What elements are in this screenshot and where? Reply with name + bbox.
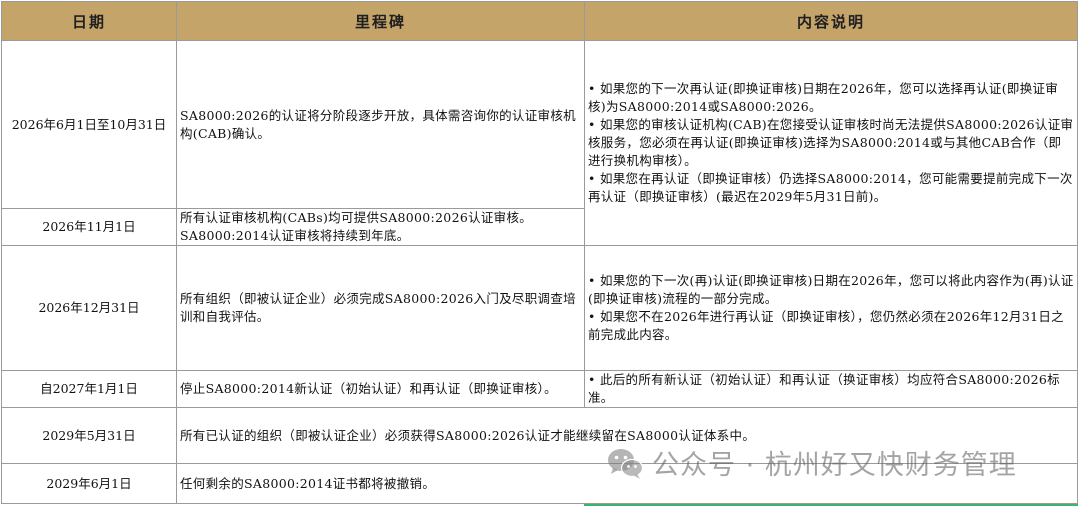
milestone-cell: SA8000:2026的认证将分阶段逐步开放，具体需咨询你的认证审核机构(CAB… [176, 40, 585, 209]
table-row: 自2027年1月1日 停止SA8000:2014新认证（初始认证）和再认证（即换… [1, 370, 1078, 408]
details-bullet: • 此后的所有新认证（初始认证）和再认证（换证审核）均应符合SA8000:202… [588, 372, 1060, 405]
details-bullet: • 如果您的下一次(再)认证(即换证审核)日期在2026年，您可以将此内容作为(… [588, 273, 1074, 306]
details-bullet: • 如果您的下一次再认证(即换证审核)日期在2026年，您可以选择再认证(即换证… [588, 81, 1059, 114]
milestone-cell: 所有认证审核机构(CABs)均可提供SA8000:2026认证审核。SA8000… [176, 208, 585, 246]
date-cell: 2026年12月31日 [1, 245, 177, 371]
table-row: 2029年5月31日 所有已认证的组织（即被认证企业）必须获得SA8000:20… [1, 407, 1078, 464]
details-bullet: • 如果您的审核认证机构(CAB)在您接受认证审核时尚无法提供SA8000:20… [588, 117, 1074, 168]
details-cell: • 此后的所有新认证（初始认证）和再认证（换证审核）均应符合SA8000:202… [584, 370, 1078, 408]
header-details: 内容说明 [584, 1, 1078, 41]
milestone-table: 日期 里程碑 内容说明 2026年6月1日至10月31日 SA8000:2026… [1, 1, 1078, 504]
milestone-cell: 任何剩余的SA8000:2014证书都将被撤销。 [176, 463, 1078, 504]
date-cell: 2026年6月1日至10月31日 [1, 40, 177, 209]
milestone-cell: 所有已认证的组织（即被认证企业）必须获得SA8000:2026认证才能继续留在S… [176, 407, 1078, 464]
details-cell: • 如果您的下一次(再)认证(即换证审核)日期在2026年，您可以将此内容作为(… [584, 245, 1078, 371]
details-cell: • 如果您的下一次再认证(即换证审核)日期在2026年，您可以选择再认证(即换证… [584, 40, 1078, 246]
table-row: 2029年6月1日 任何剩余的SA8000:2014证书都将被撤销。 [1, 463, 1078, 504]
details-bullet: • 如果您不在2026年进行再认证（即换证审核），您仍然必须在2026年12月3… [588, 309, 1064, 342]
header-row: 日期 里程碑 内容说明 [1, 1, 1078, 41]
table-row: 2026年6月1日至10月31日 SA8000:2026的认证将分阶段逐步开放，… [1, 40, 1078, 246]
date-cell: 自2027年1月1日 [1, 370, 177, 408]
milestone-cell: 停止SA8000:2014新认证（初始认证）和再认证（即换证审核）。 [176, 370, 585, 408]
accent-line [584, 504, 1078, 506]
milestone-cell: 所有组织（即被认证企业）必须完成SA8000:2026入门及尽职调查培训和自我评… [176, 245, 585, 371]
date-cell: 2026年11月1日 [1, 208, 177, 246]
date-cell: 2029年5月31日 [1, 407, 177, 464]
details-bullet: • 如果您在再认证（即换证审核）仍选择SA8000:2014，您可能需要提前完成… [588, 171, 1073, 204]
table-row: 2026年12月31日 所有组织（即被认证企业）必须完成SA8000:2026入… [1, 245, 1078, 371]
header-milestone: 里程碑 [176, 1, 585, 41]
header-date: 日期 [1, 1, 177, 41]
date-cell: 2029年6月1日 [1, 463, 177, 504]
